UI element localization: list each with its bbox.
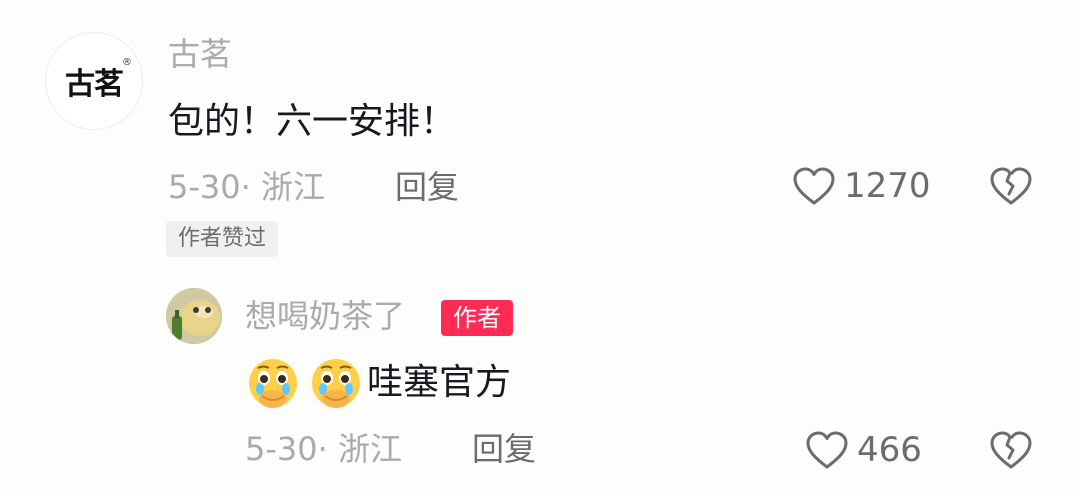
avatar[interactable]: 古茗 ® xyxy=(45,32,143,130)
pleading-face-emoji xyxy=(312,359,360,408)
comment-thread: 古茗 ® 古茗 包的！六一安排！ 5-30· 浙江 回复 1270 作者赞过 想… xyxy=(0,0,1080,495)
reply-like-button[interactable]: 466 xyxy=(805,430,922,470)
like-count: 1270 xyxy=(844,166,931,206)
reply-reply-button[interactable]: 回复 xyxy=(472,433,536,465)
reply-like-count: 466 xyxy=(857,430,922,470)
reply-text: 哇塞官方 xyxy=(367,362,512,403)
heart-outline-icon xyxy=(806,431,848,469)
broken-heart-icon xyxy=(990,431,1032,469)
author-tag: 作者 xyxy=(441,300,513,336)
registered-mark: ® xyxy=(122,57,132,68)
reply-username[interactable]: 想喝奶茶了 xyxy=(245,300,405,332)
comment-date-location: 5-30· 浙江 xyxy=(168,168,325,206)
reply-avatar[interactable] xyxy=(166,288,222,344)
heart-outline-icon xyxy=(793,167,835,205)
reply-button[interactable]: 回复 xyxy=(395,171,459,203)
author-liked-badge: 作者赞过 xyxy=(166,221,279,257)
brand-logo-text: 古茗 xyxy=(65,67,124,102)
reply-date-location: 5-30· 浙江 xyxy=(245,430,402,468)
pleading-face-emoji xyxy=(249,359,297,408)
like-button[interactable]: 1270 xyxy=(792,166,931,206)
broken-heart-icon xyxy=(990,167,1032,205)
reply-dislike-button[interactable] xyxy=(989,430,1033,474)
dislike-button[interactable] xyxy=(989,166,1033,210)
comment-username[interactable]: 古茗 xyxy=(168,38,232,70)
avatar-image xyxy=(166,288,222,344)
comment-text: 包的！六一安排！ xyxy=(168,101,457,142)
